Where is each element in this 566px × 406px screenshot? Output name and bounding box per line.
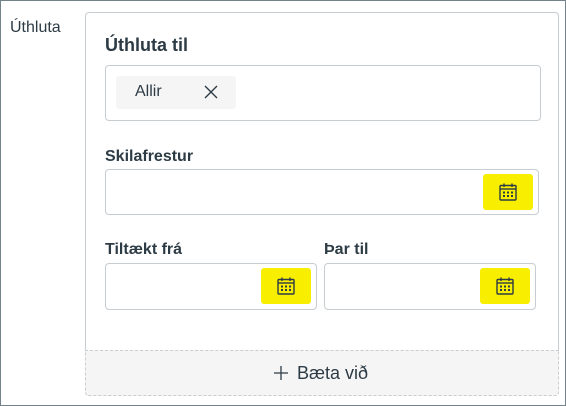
until-input[interactable] — [324, 263, 536, 310]
add-assignment-button[interactable]: Bæta við — [85, 350, 559, 396]
assign-card: Úthluta til Allir Skilafrestur Tiltækt f… — [85, 12, 559, 396]
due-date-input[interactable] — [105, 169, 539, 215]
assignee-tag-label: Allir — [135, 83, 162, 100]
available-from-calendar-button[interactable] — [261, 268, 311, 304]
until-calendar-button[interactable] — [480, 268, 530, 304]
section-label: Úthluta — [10, 19, 61, 36]
available-from-label: Tiltækt frá — [105, 241, 183, 258]
until-label: Þar til — [324, 241, 369, 258]
calendar-icon — [277, 277, 295, 295]
close-icon[interactable] — [204, 85, 218, 99]
assign-section: Úthluta Úthluta til Allir Skilafrestur T… — [0, 0, 566, 406]
due-date-calendar-button[interactable] — [483, 174, 533, 210]
add-assignment-label: Bæta við — [297, 363, 369, 383]
assignee-tag: Allir — [116, 76, 236, 109]
card-title: Úthluta til — [105, 35, 188, 55]
available-from-input[interactable] — [105, 263, 317, 310]
calendar-icon — [499, 183, 517, 201]
due-date-label: Skilafrestur — [105, 148, 194, 165]
calendar-icon — [496, 277, 514, 295]
plus-icon — [274, 366, 288, 380]
assign-to-field[interactable]: Allir — [105, 65, 541, 121]
